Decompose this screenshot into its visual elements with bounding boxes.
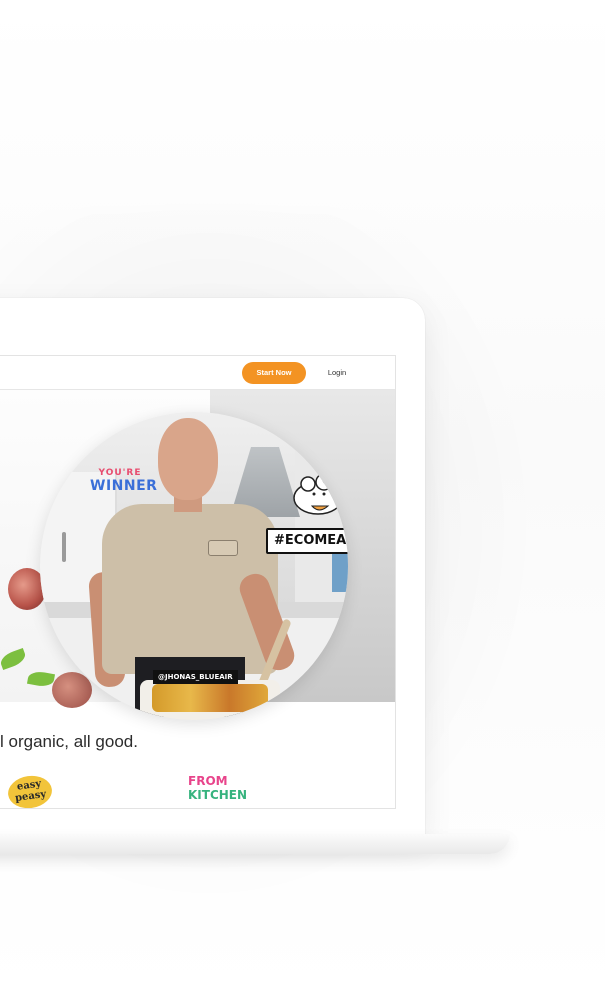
winner-sticker-top: YOU'RE <box>98 468 142 478</box>
kitchen-logo-line1: FROM <box>188 774 228 788</box>
hero-photo-circle: YOU'RE WINNER #ECOMEAL @JHONAS_BLUEAIR <box>40 412 348 720</box>
login-button[interactable]: Login <box>320 362 354 384</box>
shirt-logo <box>208 540 238 556</box>
baked-food <box>152 684 268 712</box>
winner-sticker: YOU'RE WINNER <box>90 468 158 494</box>
winner-sticker-main: WINNER <box>90 478 158 494</box>
device-mockup-page: Start Now Login YOU'RE WINNER #ECOMEAL @… <box>0 0 605 999</box>
kitchen-window <box>332 552 348 592</box>
laptop-screen: Start Now Login YOU'RE WINNER #ECOMEAL @… <box>0 355 396 809</box>
laptop-base <box>0 834 510 854</box>
cloud-bunny-sticker-icon <box>293 473 343 515</box>
ecomeal-hashtag: #ECOMEAL <box>266 528 348 554</box>
leaf-decoration <box>0 647 28 671</box>
easy-peasy-logo[interactable]: easy peasy <box>5 773 55 808</box>
person-head <box>158 418 218 500</box>
top-navbar: Start Now Login <box>0 356 395 390</box>
start-now-button[interactable]: Start Now <box>242 362 306 384</box>
hero-section: YOU'RE WINNER #ECOMEAL @JHONAS_BLUEAIR <box>0 390 395 720</box>
from-kitchen-logo[interactable]: FROM KITCHEN <box>188 774 248 802</box>
kitchen-logo-line2: KITCHEN <box>188 788 248 802</box>
tagline-text: l organic, all good. <box>0 732 138 751</box>
user-handle-tag: @JHONAS_BLUEAIR <box>153 670 238 684</box>
